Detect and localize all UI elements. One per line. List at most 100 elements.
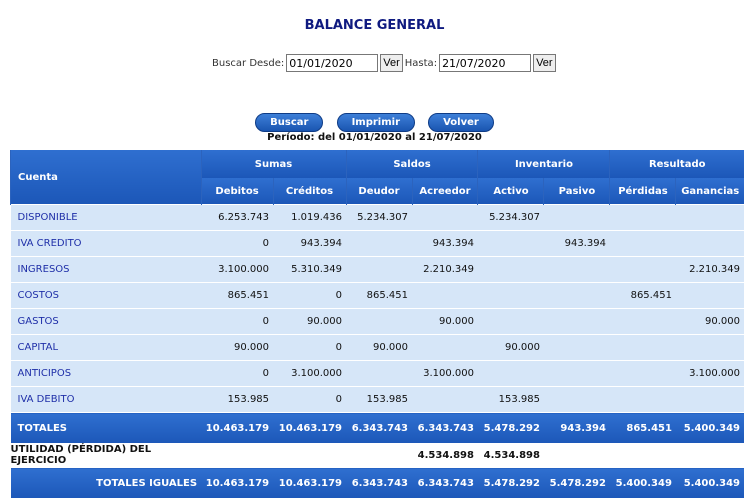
value-cell	[346, 360, 412, 387]
value-cell: 3.100.000	[201, 256, 274, 283]
value-cell: 5.234.307	[477, 204, 544, 231]
account-link[interactable]: INGRESOS	[10, 256, 202, 283]
value-cell: 2.210.349	[412, 256, 478, 283]
totales-iguales-label: TOTALES IGUALES	[10, 467, 202, 498]
totales-row: TOTALES 10.463.179 10.463.179 6.343.743 6.34…	[10, 412, 744, 443]
account-link[interactable]: GASTOS	[10, 308, 202, 335]
resultado-header: Resultado	[609, 150, 744, 178]
column-header: Ganancias	[675, 178, 744, 205]
value-cell: 5.310.349	[273, 256, 347, 283]
account-link[interactable]: COSTOS	[10, 282, 202, 309]
value-cell: 90.000	[675, 308, 744, 335]
inventario-header: Inventario	[477, 150, 610, 178]
value-cell: 153.985	[201, 386, 274, 413]
imprimir-button[interactable]: Imprimir	[336, 113, 415, 132]
hasta-label: Hasta:	[404, 57, 438, 69]
hasta-date-input[interactable]	[439, 54, 532, 72]
value-cell	[543, 360, 610, 387]
account-link[interactable]: IVA CREDITO	[10, 230, 202, 257]
value-cell	[477, 360, 544, 387]
desde-date-input[interactable]	[286, 54, 379, 72]
balance-table: Cuenta Sumas Saldos Inventario Resultado…	[10, 150, 744, 498]
value-cell	[543, 386, 610, 413]
value-cell	[609, 334, 676, 361]
utilidad-row: UTILIDAD (PÉRDIDA) DEL EJERCICIO 4.534.89…	[10, 443, 744, 468]
total-cell: 5.400.349	[675, 467, 744, 498]
total-cell: 5.478.292	[477, 412, 544, 443]
table-row: CAPITAL 90.000 0 90.000 90.000	[10, 334, 744, 361]
saldos-header: Saldos	[345, 150, 478, 178]
volver-button[interactable]: Volver	[428, 113, 494, 132]
ver-desde-button[interactable]: Ver	[380, 54, 403, 72]
value-cell	[543, 204, 610, 231]
value-cell: 2.210.349	[675, 256, 744, 283]
value-cell: 90.000	[477, 334, 544, 361]
total-cell: 5.478.292	[477, 467, 544, 498]
value-cell	[675, 334, 744, 361]
value-cell	[346, 308, 412, 335]
value-cell	[412, 334, 478, 361]
value-cell	[543, 334, 610, 361]
totals-rows: TOTALES 10.463.179 10.463.179 6.343.743 6.34…	[10, 412, 744, 498]
totales-label: TOTALES	[10, 412, 202, 443]
value-cell	[412, 282, 478, 309]
value-cell	[412, 386, 478, 413]
total-cell	[201, 443, 274, 468]
value-cell	[609, 360, 676, 387]
totales_iguales-row: TOTALES IGUALES 10.463.179 10.463.179 6.343…	[10, 467, 744, 498]
value-cell	[412, 204, 478, 231]
account-link[interactable]: CAPITAL	[10, 334, 202, 361]
page-title: BALANCE GENERAL	[304, 18, 445, 33]
group-header-row: Cuenta Sumas Saldos Inventario Resultado	[10, 150, 744, 205]
value-cell	[675, 386, 744, 413]
value-cell	[477, 230, 544, 257]
column-header: Debitos	[200, 178, 274, 205]
value-cell	[543, 308, 610, 335]
column-header: Créditos	[272, 178, 347, 205]
value-cell: 90.000	[346, 334, 412, 361]
table-row: IVA DEBITO 153.985 0 153.985 153.985	[10, 386, 744, 413]
value-cell	[609, 230, 676, 257]
value-cell	[543, 256, 610, 283]
column-header: Acreedor	[411, 178, 478, 205]
value-cell	[609, 256, 676, 283]
total-cell: 10.463.179	[201, 412, 274, 443]
period-label: Período: del 01/01/2020 al 21/07/2020	[267, 132, 482, 143]
value-cell: 5.234.307	[346, 204, 412, 231]
value-cell	[675, 282, 744, 309]
value-cell: 3.100.000	[412, 360, 478, 387]
column-header: Pasivo	[543, 178, 610, 205]
total-cell: 10.463.179	[273, 467, 347, 498]
value-cell: 6.253.743	[201, 204, 274, 231]
value-cell: 0	[273, 282, 347, 309]
total-cell	[609, 443, 676, 468]
value-cell: 943.394	[543, 230, 610, 257]
value-cell: 153.985	[346, 386, 412, 413]
total-cell: 6.343.743	[412, 467, 478, 498]
value-cell: 1.019.436	[273, 204, 347, 231]
value-cell: 0	[201, 360, 274, 387]
total-cell: 5.400.349	[675, 412, 744, 443]
account-rows: DISPONIBLE 6.253.743 1.019.436 5.234.307 5.2…	[10, 204, 744, 413]
account-link[interactable]: DISPONIBLE	[10, 204, 202, 231]
value-cell	[477, 282, 544, 309]
account-link[interactable]: ANTICIPOS	[10, 360, 202, 387]
value-cell: 90.000	[412, 308, 478, 335]
total-cell: 6.343.743	[346, 412, 412, 443]
value-cell: 0	[201, 308, 274, 335]
value-cell	[609, 386, 676, 413]
table-row: IVA CREDITO 0 943.394 943.394 943.394	[10, 230, 744, 257]
value-cell: 90.000	[201, 334, 274, 361]
column-header: Activo	[477, 178, 544, 205]
desde-label: Buscar Desde:	[212, 57, 285, 69]
total-cell: 6.343.743	[346, 467, 412, 498]
table-row: INGRESOS 3.100.000 5.310.349 2.210.349 2.210…	[10, 256, 744, 283]
ver-hasta-button[interactable]: Ver	[533, 54, 556, 72]
total-cell: 5.478.292	[543, 467, 610, 498]
value-cell: 0	[201, 230, 274, 257]
account-link[interactable]: IVA DEBITO	[10, 386, 202, 413]
buscar-button[interactable]: Buscar	[255, 113, 324, 132]
total-cell: 865.451	[609, 412, 676, 443]
value-cell	[609, 204, 676, 231]
total-cell: 943.394	[543, 412, 610, 443]
